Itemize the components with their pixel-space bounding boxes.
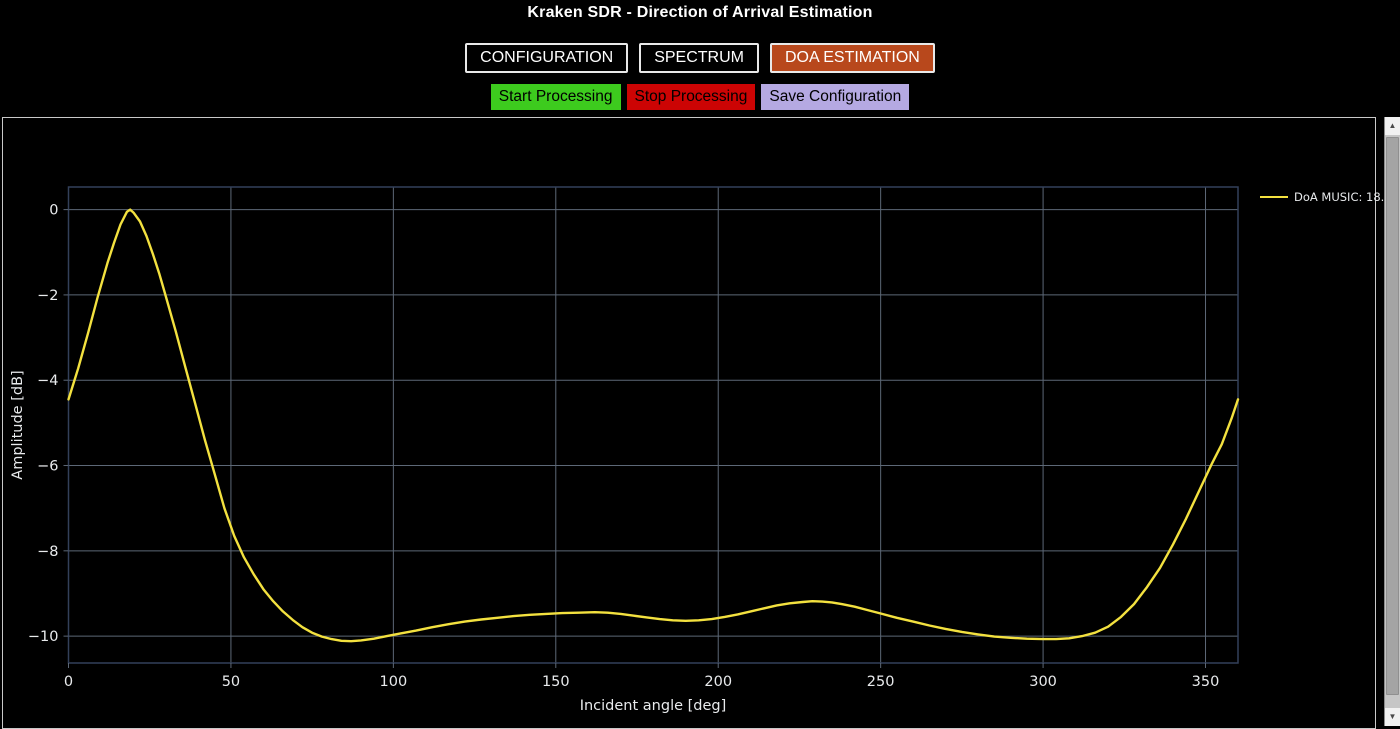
y-tick-label: −2 bbox=[37, 288, 58, 304]
legend-label: DoA MUSIC: 18.0° bbox=[1294, 190, 1397, 204]
x-tick-label: 300 bbox=[1029, 674, 1057, 690]
plot-border bbox=[69, 187, 1239, 663]
vertical-scrollbar[interactable]: ▲ ▼ bbox=[1384, 117, 1400, 726]
x-tick-label: 250 bbox=[867, 674, 895, 690]
y-axis-title: Amplitude [dB] bbox=[10, 345, 26, 505]
x-tick-label: 0 bbox=[64, 674, 73, 690]
x-tick-label: 150 bbox=[542, 674, 570, 690]
x-tick-label: 200 bbox=[704, 674, 732, 690]
x-tick-label: 50 bbox=[222, 674, 240, 690]
y-tick-label: −10 bbox=[28, 629, 59, 645]
x-tick-label: 100 bbox=[380, 674, 408, 690]
legend-item-doa-music[interactable]: DoA MUSIC: 18.0° bbox=[1260, 190, 1397, 204]
doa-chart-canvas[interactable]: 0 50 100 150 200 250 300 350 0 −2 −4 −6 −8 −10 bbox=[0, 0, 1400, 726]
x-tick-label: 350 bbox=[1192, 674, 1220, 690]
y-tick-label: −6 bbox=[37, 459, 58, 475]
x-axis-title: Incident angle [deg] bbox=[453, 698, 853, 714]
doa-music-curve bbox=[69, 210, 1239, 642]
y-tick-label: −8 bbox=[37, 544, 58, 560]
legend-line-swatch bbox=[1260, 196, 1288, 198]
scroll-up-icon[interactable]: ▲ bbox=[1385, 117, 1400, 135]
y-tick-label: −4 bbox=[37, 373, 58, 389]
scroll-down-icon[interactable]: ▼ bbox=[1385, 708, 1400, 726]
scrollbar-thumb[interactable] bbox=[1386, 137, 1399, 695]
y-tick-label: 0 bbox=[49, 203, 58, 219]
